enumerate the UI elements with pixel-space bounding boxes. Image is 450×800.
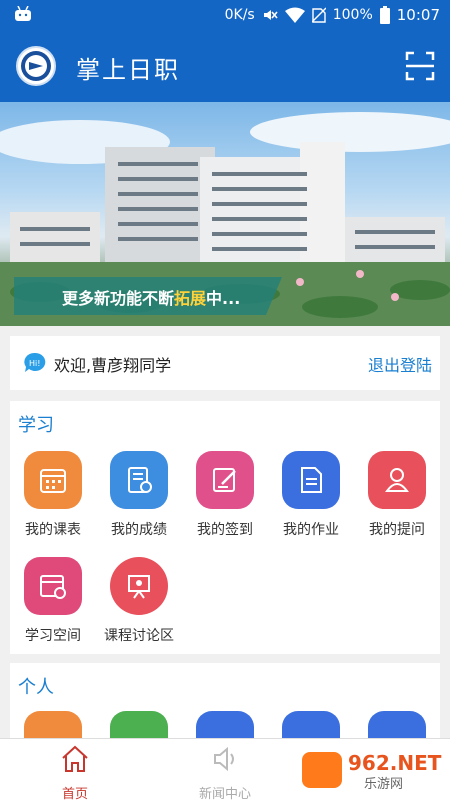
app-title: 掌上日职 bbox=[76, 56, 180, 84]
study-section-title: 学习 bbox=[18, 415, 54, 436]
nav-news-center[interactable]: 新闻中心 bbox=[180, 745, 270, 800]
school-logo bbox=[16, 46, 56, 86]
clock: 10:07 bbox=[396, 6, 440, 24]
battery-icon bbox=[379, 6, 390, 24]
android-icon bbox=[15, 6, 31, 21]
discussion-icon bbox=[110, 557, 168, 615]
tile-my-homework[interactable]: 我的作业 bbox=[268, 451, 354, 539]
news-speaker-icon bbox=[214, 746, 234, 772]
study-space-icon bbox=[24, 557, 82, 615]
status-bar: 0K/s 100% 10:07 bbox=[0, 0, 450, 30]
svg-text:Hi!: Hi! bbox=[29, 359, 40, 368]
nav-home[interactable]: 首页 bbox=[30, 745, 120, 800]
app-header: 掌上日职 bbox=[0, 30, 450, 102]
welcome-card: Hi! 欢迎,曹彦翔同学 退出登陆 bbox=[10, 336, 440, 390]
sign-in-icon bbox=[196, 451, 254, 509]
personal-section: 个人 bbox=[10, 663, 440, 743]
hi-chat-icon: Hi! bbox=[24, 352, 46, 372]
banner-caption: 更多新功能不断拓展中... bbox=[14, 277, 282, 315]
tile-my-schedule[interactable]: 我的课表 bbox=[10, 451, 96, 539]
tile-my-grades[interactable]: 我的成绩 bbox=[96, 451, 182, 539]
tile-my-questions[interactable]: 我的提问 bbox=[354, 451, 440, 539]
logout-button[interactable]: 退出登陆 bbox=[368, 352, 432, 376]
home-icon bbox=[62, 745, 88, 772]
network-speed: 0K/s bbox=[224, 7, 255, 23]
tile-my-sign-in[interactable]: 我的签到 bbox=[182, 451, 268, 539]
svg-text:乐游网: 乐游网 bbox=[364, 777, 403, 792]
report-icon bbox=[110, 451, 168, 509]
homework-icon bbox=[282, 451, 340, 509]
welcome-greeting: 欢迎,曹彦翔同学 bbox=[54, 356, 172, 375]
question-icon bbox=[368, 451, 426, 509]
site-watermark: 962.NET 乐游网 bbox=[302, 748, 442, 792]
personal-section-title: 个人 bbox=[18, 677, 54, 698]
study-section: 学习 我的课表 我的成绩 我的签到 我的作业 我的提问 学习空间 课程讨论区 bbox=[10, 401, 440, 654]
no-sim-icon bbox=[311, 7, 326, 23]
battery-level: 100% bbox=[332, 7, 373, 23]
tile-course-discussion[interactable]: 课程讨论区 bbox=[96, 557, 182, 645]
scan-icon[interactable] bbox=[404, 50, 436, 82]
calendar-icon bbox=[24, 451, 82, 509]
wifi-icon bbox=[284, 7, 305, 23]
campus-banner[interactable]: 更多新功能不断拓展中... bbox=[0, 102, 450, 326]
svg-text:962.NET: 962.NET bbox=[348, 751, 442, 775]
tile-study-space[interactable]: 学习空间 bbox=[10, 557, 96, 645]
mute-icon bbox=[263, 10, 278, 20]
